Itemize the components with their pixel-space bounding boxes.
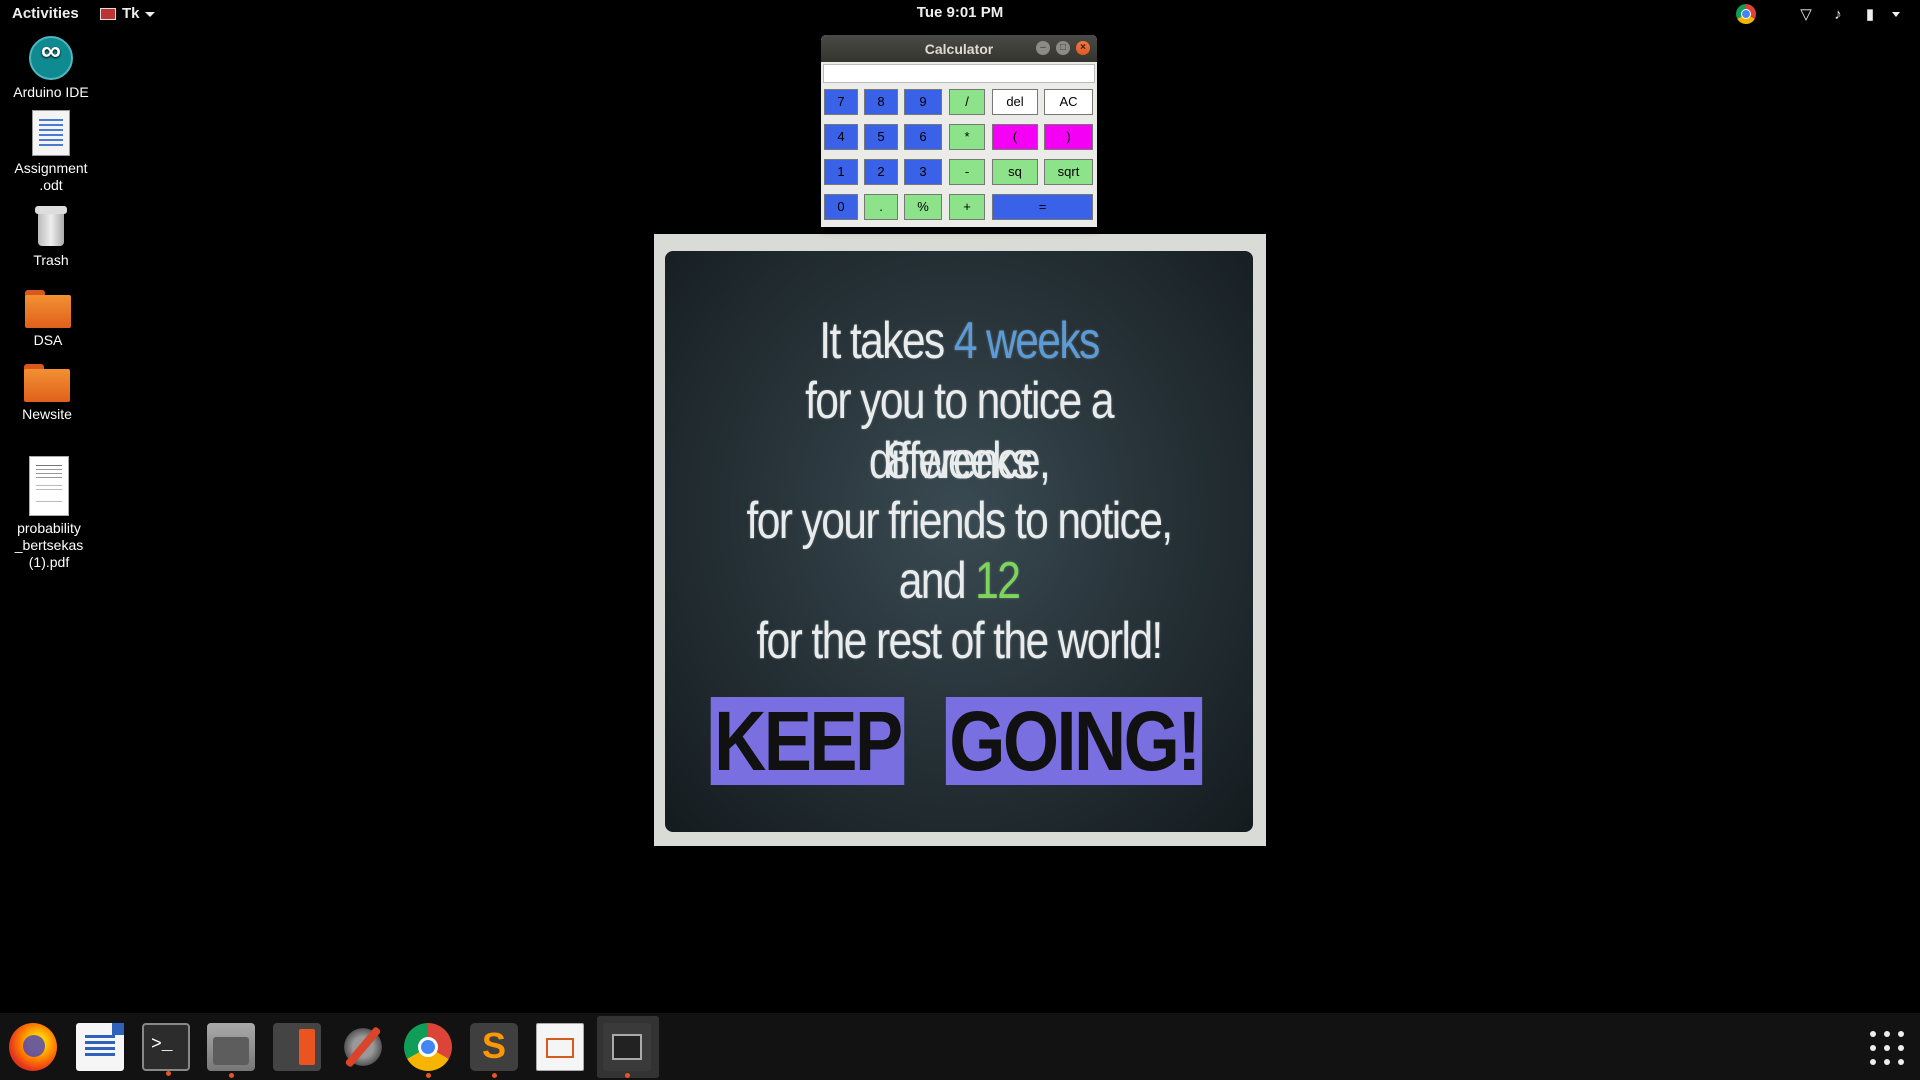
key-3[interactable]: 3 <box>904 159 942 185</box>
desktop-icon-label: Assignment .odt <box>14 160 88 193</box>
calculator-titlebar[interactable]: Calculator – □ × <box>821 35 1097 62</box>
terminal-icon[interactable]: >_ <box>142 1023 190 1076</box>
key-delete[interactable]: del <box>992 89 1038 115</box>
desktop-icon-assignment[interactable]: Assignment .odt <box>6 110 96 194</box>
settings-icon[interactable] <box>339 1023 387 1071</box>
chevron-down-icon[interactable] <box>1892 11 1900 17</box>
poster-line-1: It takes 4 weeks <box>819 312 1100 370</box>
key-equals[interactable]: = <box>992 194 1093 220</box>
desktop-icon-arduino[interactable]: Arduino IDE <box>6 36 96 101</box>
key-decimal[interactable]: . <box>864 194 898 220</box>
libreoffice-writer-icon[interactable] <box>76 1023 124 1071</box>
motivational-poster: It takes 4 weeks for you to notice a dif… <box>665 251 1253 832</box>
arduino-icon <box>29 36 73 80</box>
folder-icon <box>24 364 70 402</box>
trash-icon <box>33 202 69 248</box>
poster-line-6: for the rest of the world! <box>756 612 1163 670</box>
key-subtract[interactable]: - <box>949 159 985 185</box>
key-4[interactable]: 4 <box>824 124 858 150</box>
chrome-tray-icon[interactable] <box>1736 4 1756 24</box>
banner-going: GOING! <box>945 697 1202 785</box>
desktop-icon-label: DSA <box>33 332 63 348</box>
key-multiply[interactable]: * <box>949 124 985 150</box>
key-9[interactable]: 9 <box>904 89 942 115</box>
key-add[interactable]: + <box>949 194 985 220</box>
running-indicator <box>625 1073 630 1078</box>
minimize-icon[interactable]: – <box>1036 41 1050 55</box>
app-menu[interactable]: Tk <box>100 5 155 22</box>
calculator-app-icon[interactable] <box>273 1023 321 1071</box>
wifi-icon[interactable]: ▽ <box>1796 5 1816 23</box>
key-divide[interactable]: / <box>949 89 985 115</box>
image-viewer-window[interactable]: It takes 4 weeks for you to notice a dif… <box>654 234 1266 846</box>
close-icon[interactable]: × <box>1076 41 1090 55</box>
desktop-icon-newsite[interactable]: Newsite <box>2 364 92 423</box>
key-all-clear[interactable]: AC <box>1044 89 1093 115</box>
system-tray[interactable]: ▽ ♪ ▮ <box>1736 3 1900 25</box>
image-viewer-icon[interactable] <box>603 1023 651 1078</box>
key-sqrt[interactable]: sqrt <box>1044 159 1093 185</box>
clock-container: Tue 9:01 PM <box>0 4 1920 21</box>
app-flag-icon <box>100 8 116 21</box>
poster-line-5: and 12 <box>898 552 1021 610</box>
poster-banner: KEEP GOING! <box>665 697 1253 785</box>
app-menu-label: Tk <box>122 5 140 22</box>
calculator-display[interactable] <box>823 64 1095 83</box>
files-icon[interactable] <box>207 1023 255 1078</box>
key-left-paren[interactable]: ( <box>992 124 1038 150</box>
folder-icon <box>25 290 71 328</box>
key-percent[interactable]: % <box>904 194 942 220</box>
pdf-icon <box>29 456 69 516</box>
desktop-icon-dsa[interactable]: DSA <box>3 290 93 349</box>
battery-icon[interactable]: ▮ <box>1860 5 1880 23</box>
volume-icon[interactable]: ♪ <box>1828 6 1848 23</box>
clock[interactable]: Tue 9:01 PM <box>917 4 1003 21</box>
key-6[interactable]: 6 <box>904 124 942 150</box>
running-indicator <box>166 1071 171 1076</box>
desktop-icon-label: Trash <box>33 252 69 268</box>
key-1[interactable]: 1 <box>824 159 858 185</box>
libreoffice-impress-icon[interactable] <box>536 1023 584 1071</box>
key-0[interactable]: 0 <box>824 194 858 220</box>
desktop-icon-label: probability _bertsekas (1).pdf <box>14 520 84 570</box>
desktop-icon-probability-pdf[interactable]: probability _bertsekas (1).pdf <box>4 456 94 571</box>
activities-button[interactable]: Activities <box>12 5 79 22</box>
desktop-icon-label: Arduino IDE <box>13 84 89 100</box>
document-icon <box>32 110 70 156</box>
sublime-text-icon[interactable] <box>470 1023 518 1078</box>
show-applications-icon[interactable] <box>1870 1031 1904 1065</box>
chevron-down-icon <box>144 11 155 17</box>
key-square[interactable]: sq <box>992 159 1038 185</box>
top-bar: Activities Tk Tue 9:01 PM ▽ ♪ ▮ <box>0 0 1920 27</box>
running-indicator <box>229 1073 234 1078</box>
firefox-icon[interactable] <box>9 1023 57 1071</box>
poster-line-4: for your friends to notice, <box>746 492 1174 550</box>
dock: >_ <box>0 1013 1920 1080</box>
desktop-icon-trash[interactable]: Trash <box>6 202 96 269</box>
key-5[interactable]: 5 <box>864 124 898 150</box>
banner-keep: KEEP <box>711 697 905 785</box>
running-indicator <box>426 1073 431 1078</box>
key-7[interactable]: 7 <box>824 89 858 115</box>
key-2[interactable]: 2 <box>864 159 898 185</box>
calculator-window[interactable]: Calculator – □ × 7 8 9 / del AC 4 5 6 * … <box>821 35 1097 227</box>
desktop-icon-label: Newsite <box>22 406 72 422</box>
chrome-icon[interactable] <box>404 1023 452 1078</box>
key-8[interactable]: 8 <box>864 89 898 115</box>
poster-line-3: 8 weeks <box>886 432 1034 490</box>
maximize-icon[interactable]: □ <box>1056 41 1070 55</box>
key-right-paren[interactable]: ) <box>1044 124 1093 150</box>
running-indicator <box>492 1073 497 1078</box>
